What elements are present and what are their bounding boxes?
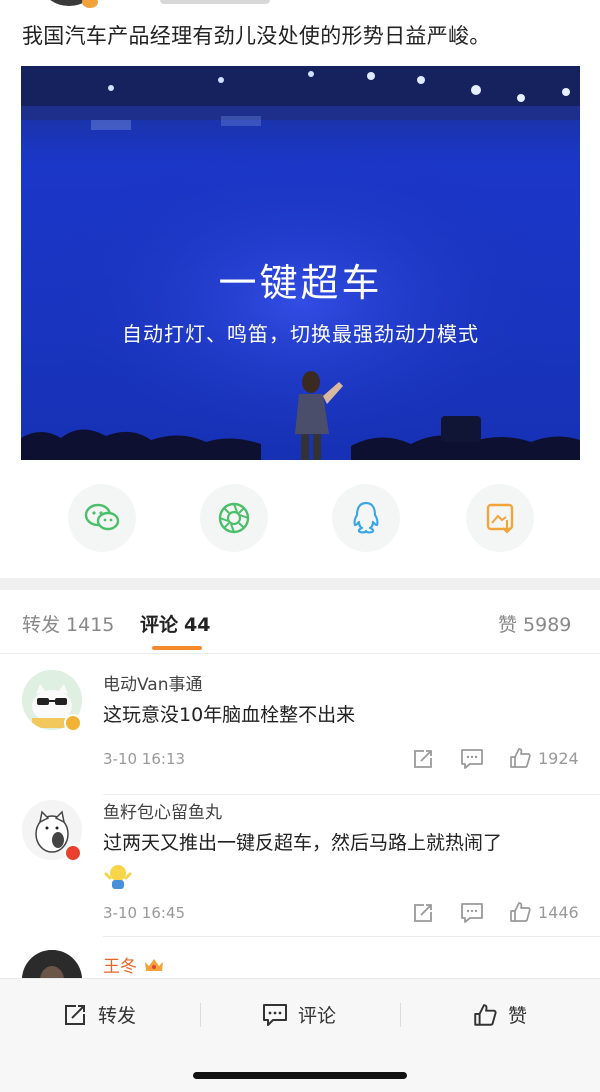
comment-icon [461, 749, 483, 769]
comment-separator [103, 794, 600, 795]
moments-icon [218, 502, 250, 534]
comment-text: 这玩意没10年脑血栓整不出来 [103, 704, 356, 726]
thumbs-up-icon [474, 1003, 497, 1026]
comment-time: 3-10 16:13 [103, 750, 186, 768]
post-image[interactable]: 一键超车 自动打灯、鸣笛，切换最强劲动力模式 [21, 66, 580, 460]
save-image-icon [486, 503, 514, 534]
image-subline: 自动打灯、鸣笛，切换最强劲动力模式 [122, 322, 479, 346]
author-name-cutoff [160, 0, 270, 4]
thumbs-up-icon [510, 748, 531, 768]
wechat-icon [84, 503, 120, 531]
tab-repost[interactable]: 转发 1415 [22, 610, 114, 637]
repost-icon [65, 1004, 85, 1025]
share-row [0, 484, 600, 556]
thumbs-up-icon [510, 902, 531, 922]
tab-like[interactable]: 赞 5989 [498, 610, 571, 637]
tab-repost-count: 1415 [66, 614, 115, 636]
repost-button[interactable]: 转发 [62, 1001, 136, 1028]
author-badge [82, 0, 98, 8]
comment-username: 王冬 [103, 957, 137, 977]
tab-like-label: 赞 [498, 614, 518, 636]
home-indicator [193, 1072, 407, 1079]
post-text: 我国汽车产品经理有劲儿没处使的形势日益严峻。 [22, 24, 491, 48]
repost-label: 转发 [98, 1005, 137, 1027]
comment-repost-button[interactable] [412, 748, 434, 770]
comment-like-count: 1446 [538, 902, 579, 922]
shrug-emoji [104, 864, 132, 894]
comment-like-button[interactable]: 1446 [508, 900, 579, 924]
active-tab-indicator [152, 646, 202, 650]
repost-icon [414, 750, 432, 768]
comment-button[interactable]: 评论 [262, 1001, 336, 1028]
tab-repost-label: 转发 [22, 614, 61, 636]
bar-divider [400, 1003, 401, 1027]
qq-icon [353, 501, 379, 534]
save-image-button[interactable] [466, 484, 534, 552]
comment-icon [263, 1003, 287, 1026]
comment-time: 3-10 16:45 [103, 904, 186, 922]
comment-reply-button[interactable] [460, 748, 484, 770]
comment-like-button[interactable]: 1924 [508, 746, 579, 770]
comment-like-count: 1924 [538, 748, 579, 768]
comment-username[interactable]: 鱼籽包心留鱼丸 [103, 798, 222, 823]
tab-comment[interactable]: 评论 44 [140, 610, 210, 637]
crown-icon [145, 958, 163, 971]
repost-icon [414, 904, 432, 922]
comment-separator [103, 936, 600, 937]
verified-badge [64, 714, 82, 732]
section-divider [0, 578, 600, 590]
like-button[interactable]: 赞 [472, 1001, 527, 1028]
bar-divider [200, 1003, 201, 1027]
verified-badge [64, 844, 82, 862]
comment-reply-button[interactable] [460, 902, 484, 924]
comment-username-row[interactable]: 王冬 [103, 952, 165, 977]
comment-text: 过两天又推出一键反超车，然后马路上就热闹了 [103, 832, 503, 854]
share-moments-button[interactable] [200, 484, 268, 552]
interaction-tabs: 转发 1415 评论 44 赞 5989 [0, 598, 600, 654]
tab-like-count: 5989 [523, 614, 572, 636]
tab-comment-count: 44 [184, 614, 211, 636]
comment-icon [461, 903, 483, 923]
like-label: 赞 [508, 1005, 528, 1027]
tab-comment-label: 评论 [140, 614, 179, 636]
share-wechat-button[interactable] [68, 484, 136, 552]
comment-username[interactable]: 电动Van事通 [103, 670, 203, 695]
comment-label: 评论 [298, 1005, 337, 1027]
comment-repost-button[interactable] [412, 902, 434, 924]
share-qq-button[interactable] [332, 484, 400, 552]
image-headline: 一键超车 [218, 261, 383, 305]
